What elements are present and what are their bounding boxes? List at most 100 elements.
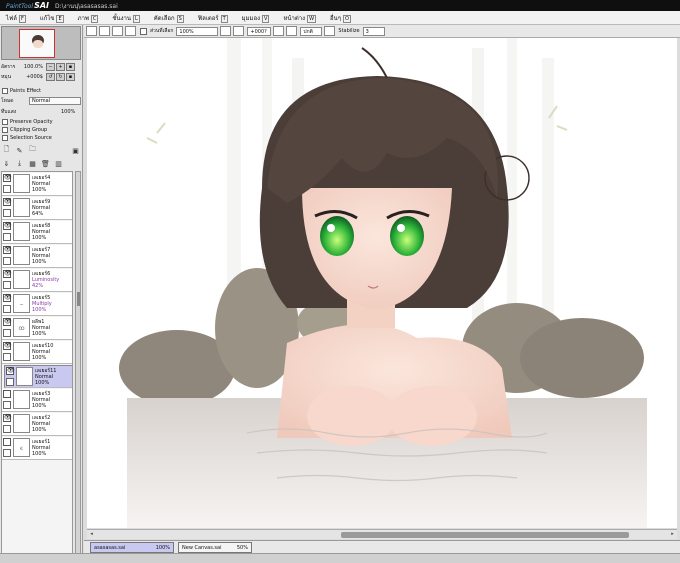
- layer-scrollbar[interactable]: [75, 171, 81, 563]
- menu-item-v[interactable]: มุมมอง V: [236, 13, 278, 23]
- visibility-eye-icon[interactable]: [3, 438, 11, 446]
- stabilize-select[interactable]: 3: [362, 26, 385, 36]
- layer-lock-checkbox[interactable]: [3, 185, 11, 193]
- menu-item-l[interactable]: ชั้นงาน L: [106, 13, 147, 23]
- layer-row[interactable]: 👁 เลเยอร์6 Luminosity 42%: [2, 269, 72, 292]
- layer-lock-checkbox[interactable]: [3, 305, 11, 313]
- rotate-reset-button[interactable]: ▪: [66, 72, 75, 81]
- flip-button[interactable]: [324, 26, 336, 36]
- visibility-eye-icon[interactable]: 👁: [3, 222, 12, 230]
- visibility-eye-icon[interactable]: 👁: [3, 294, 12, 302]
- layer-settings-icon[interactable]: ▣: [71, 146, 80, 155]
- visibility-eye-icon[interactable]: 👁: [3, 318, 12, 326]
- new-linework-icon[interactable]: ✎: [15, 146, 24, 155]
- menu-item-c[interactable]: ภาพ C: [72, 13, 107, 23]
- blend-mode-select[interactable]: Normal: [29, 97, 81, 105]
- clipping-group-option[interactable]: Clipping Group: [1, 126, 47, 134]
- layer-lock-checkbox[interactable]: [3, 449, 11, 457]
- visibility-eye-icon[interactable]: 👁: [3, 246, 12, 254]
- layer-row[interactable]: 👁 เลเยอร์7 Normal 100%: [2, 245, 72, 268]
- layer-thumbnail: [16, 367, 33, 386]
- layer-lock-checkbox[interactable]: [3, 233, 11, 241]
- selection-source-option[interactable]: Selection Source: [1, 134, 52, 142]
- zoom-reset-button[interactable]: ▪: [66, 62, 75, 71]
- visibility-eye-icon[interactable]: 👁: [6, 367, 15, 375]
- paints-effect-toggle[interactable]: [2, 88, 8, 94]
- layer-row[interactable]: 👁 เลเยอร์4 Normal 100%: [2, 173, 72, 196]
- zoom-out-button[interactable]: −: [46, 62, 55, 71]
- rotate-cw-tool[interactable]: [286, 26, 298, 36]
- preserve-opacity-checkbox[interactable]: [2, 119, 8, 125]
- angle-field[interactable]: +000?: [247, 26, 272, 36]
- selection-label: ส่วนที่เลือก: [150, 28, 174, 34]
- zoom-in-tool[interactable]: [233, 26, 245, 36]
- layer-row[interactable]: 👁 เลเยอร์9 Normal 64%: [2, 197, 72, 220]
- layer-lock-checkbox[interactable]: [3, 425, 11, 433]
- document-tab[interactable]: asasasas.sai 100%: [90, 542, 174, 553]
- new-layer-icon[interactable]: 🗋: [2, 145, 11, 155]
- clear-layer-icon[interactable]: ▦: [28, 159, 37, 168]
- view-mode-select[interactable]: ปกติ: [300, 26, 323, 36]
- zoom-in-button[interactable]: +: [56, 62, 65, 71]
- canvas-horizontal-scrollbar[interactable]: ◂ ▸: [87, 529, 677, 539]
- layer-row[interactable]: 👁 ⌣ เลเยอร์5 Multiply 100%: [2, 293, 72, 316]
- scroll-right-icon[interactable]: ▸: [669, 531, 676, 538]
- navigator-panel[interactable]: [1, 26, 81, 60]
- new-folder-icon[interactable]: 🗀: [28, 145, 37, 155]
- deselect-button[interactable]: [112, 26, 123, 36]
- menu-item-f[interactable]: ไฟล์ F: [0, 13, 34, 23]
- rotate-right-button[interactable]: ↻: [56, 72, 65, 81]
- visibility-eye-icon[interactable]: [3, 390, 11, 398]
- undo-button[interactable]: [86, 26, 97, 36]
- redo-button[interactable]: [99, 26, 110, 36]
- layer-lock-checkbox[interactable]: [3, 329, 11, 337]
- layer-row[interactable]: เลเยอร์3 Normal 100%: [2, 389, 72, 412]
- clipping-group-checkbox[interactable]: [2, 127, 8, 133]
- transfer-down-icon[interactable]: ⇓: [2, 159, 11, 168]
- visibility-eye-icon[interactable]: 👁: [3, 270, 12, 278]
- visibility-eye-icon[interactable]: 👁: [3, 198, 12, 206]
- layer-row[interactable]: 👁 เลเยอร์11 Normal 100%: [4, 365, 72, 388]
- layer-row[interactable]: 👁 ꝏ ผลีพ1 Normal 100%: [2, 317, 72, 340]
- layer-row[interactable]: ꞓ เลเยอร์1 Normal 100%: [2, 437, 72, 460]
- layer-row[interactable]: 👁 เลเยอร์2 Normal 100%: [2, 413, 72, 436]
- layer-lock-checkbox[interactable]: [3, 281, 11, 289]
- delete-layer-icon[interactable]: 🗑: [41, 159, 50, 168]
- rotate-value[interactable]: +000$: [15, 74, 45, 80]
- menu-item-t[interactable]: ฟิลเตอร์ T: [192, 13, 236, 23]
- zoom-value[interactable]: 100.0%: [15, 64, 45, 70]
- layer-row[interactable]: 👁 เลเยอร์8 Normal 100%: [2, 221, 72, 244]
- layer-lock-checkbox[interactable]: [6, 378, 14, 386]
- scroll-left-icon[interactable]: ◂: [88, 531, 95, 538]
- preserve-opacity-option[interactable]: Preserve Opacity: [1, 118, 53, 126]
- layer-row[interactable]: 👁 เลเยอร์10 Normal 100%: [2, 341, 72, 364]
- rotate-left-button[interactable]: ↺: [46, 72, 55, 81]
- show-selection-checkbox[interactable]: [140, 27, 147, 35]
- drawing-canvas[interactable]: [87, 38, 677, 528]
- selection-source-checkbox[interactable]: [2, 135, 8, 141]
- visibility-eye-icon[interactable]: 👁: [3, 342, 12, 350]
- layer-lock-checkbox[interactable]: [3, 353, 11, 361]
- menu-item-s[interactable]: คัดเลือก S: [148, 13, 192, 23]
- layer-lock-checkbox[interactable]: [3, 209, 11, 217]
- zoom-field[interactable]: 100%: [176, 26, 219, 36]
- navigator-thumbnail[interactable]: [19, 29, 55, 58]
- invert-selection-button[interactable]: [125, 26, 136, 36]
- layer-scroll-thumb[interactable]: [77, 292, 80, 306]
- menu-item-w[interactable]: หน้าต่าง W: [277, 13, 324, 23]
- menu-item-o[interactable]: อื่นๆ O: [324, 13, 359, 23]
- layer-opacity: 42%: [32, 283, 44, 289]
- layer-mask-icon[interactable]: ▥: [54, 159, 63, 168]
- visibility-eye-icon[interactable]: 👁: [3, 174, 12, 182]
- canvas-scroll-thumb[interactable]: [341, 532, 629, 538]
- menu-item-e[interactable]: แก้ไข E: [34, 13, 72, 23]
- layer-lock-checkbox[interactable]: [3, 257, 11, 265]
- rotate-ccw-tool[interactable]: [273, 26, 285, 36]
- visibility-eye-icon[interactable]: 👁: [3, 414, 12, 422]
- layer-lock-checkbox[interactable]: [3, 401, 11, 409]
- paints-effect-header[interactable]: Paints Effect: [1, 87, 41, 95]
- opacity-row[interactable]: ทึบแสง 100%: [1, 108, 75, 116]
- zoom-out-tool[interactable]: [220, 26, 232, 36]
- merge-down-icon[interactable]: ⤓: [15, 159, 24, 168]
- document-tab[interactable]: New Canvas.sai 50%: [178, 542, 252, 553]
